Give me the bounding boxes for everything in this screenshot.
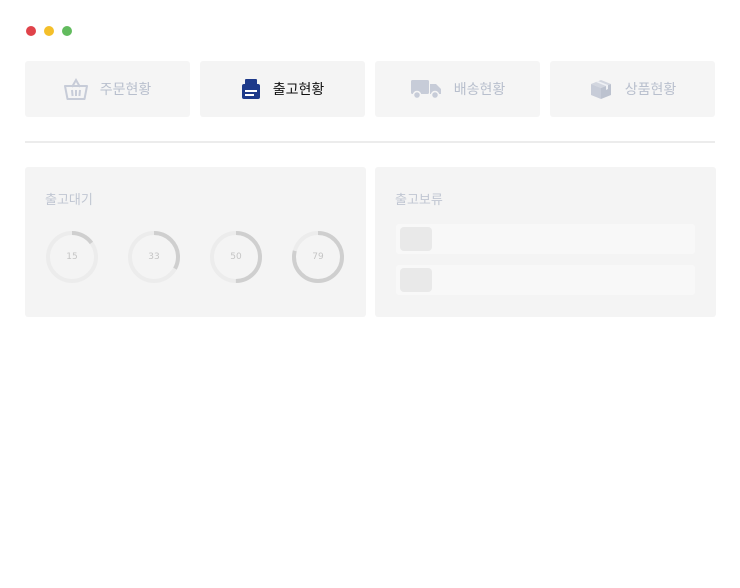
tab-shipping-out[interactable]: 출고현황 [200,61,365,117]
box-icon [589,78,613,100]
hold-panel-title: 출고보류 [395,193,443,208]
list-item[interactable] [396,224,695,254]
basket-icon [63,78,88,100]
minimize-window-button[interactable] [44,26,54,36]
placeholder-chip [400,227,432,251]
hold-panel: 출고보류 [375,167,716,317]
divider [25,141,715,143]
maximize-window-button[interactable] [62,26,72,36]
list-item[interactable] [396,265,695,295]
tab-delivery-label: 배송현황 [453,82,506,98]
window-controls [26,26,72,36]
status-tabs: 주문현황 출고현황 배송현황 상품현황 [25,61,715,117]
waiting-panel-title: 출고대기 [45,193,93,208]
tab-products[interactable]: 상품현황 [550,61,715,117]
gauge-value: 15 [66,252,78,262]
gauge[interactable]: 33 [127,230,181,284]
truck-icon [410,78,442,100]
tab-products-label: 상품현황 [624,82,677,98]
gauge-value: 79 [312,252,324,262]
tab-orders-label: 주문현황 [99,82,152,98]
tab-delivery[interactable]: 배송현황 [375,61,540,117]
printer-icon [241,78,261,100]
gauge[interactable]: 15 [45,230,99,284]
placeholder-chip [400,268,432,292]
gauge-value: 33 [148,252,160,262]
waiting-panel: 출고대기 15 33 50 79 [25,167,366,317]
close-window-button[interactable] [26,26,36,36]
tab-orders[interactable]: 주문현황 [25,61,190,117]
tab-shipping-out-label: 출고현황 [272,82,325,98]
gauge[interactable]: 79 [291,230,345,284]
gauge[interactable]: 50 [209,230,263,284]
gauge-value: 50 [230,252,242,262]
